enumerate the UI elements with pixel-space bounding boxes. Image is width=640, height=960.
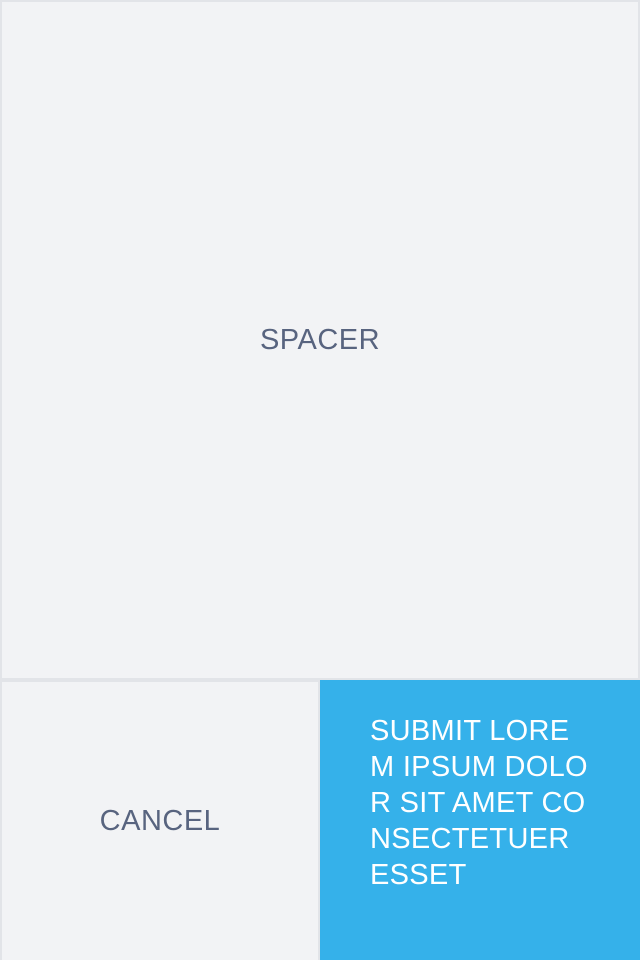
cancel-button[interactable]: CANCEL	[2, 682, 318, 960]
submit-button[interactable]: SUBMIT LOREM IPSUM DOLOR SIT AMET CONSEC…	[320, 680, 640, 960]
cancel-button-label: CANCEL	[99, 804, 221, 837]
spacer-area: SPACER	[2, 2, 638, 678]
screen: SPACER CANCEL SUBMIT LOREM IPSUM DOLOR S…	[0, 0, 640, 960]
submit-button-label: SUBMIT LOREM IPSUM DOLOR SIT AMET CONSEC…	[370, 715, 588, 891]
spacer-label: SPACER	[259, 323, 381, 356]
